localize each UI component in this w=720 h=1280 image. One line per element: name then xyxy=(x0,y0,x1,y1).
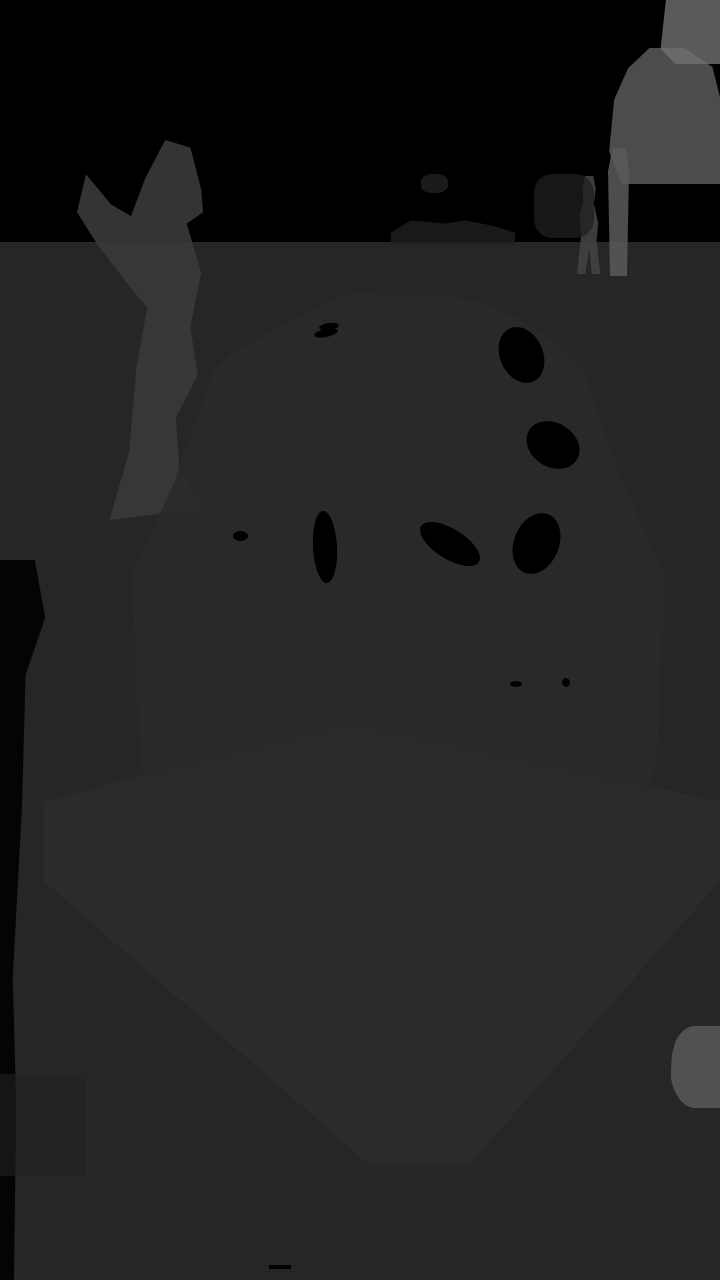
scatter-mark-4 xyxy=(562,678,570,687)
bottom-left-object-icon xyxy=(0,1074,86,1176)
scatter-mark-5 xyxy=(269,1265,291,1269)
main-figure-icon xyxy=(132,293,665,966)
small-dot-icon xyxy=(421,174,448,193)
scatter-mark-1 xyxy=(233,531,248,541)
small-post-icon xyxy=(608,148,629,276)
page-root xyxy=(0,0,720,1280)
dark-pocket-icon xyxy=(534,174,594,238)
right-bulb-icon xyxy=(670,1026,720,1108)
scatter-mark-3 xyxy=(510,681,522,687)
